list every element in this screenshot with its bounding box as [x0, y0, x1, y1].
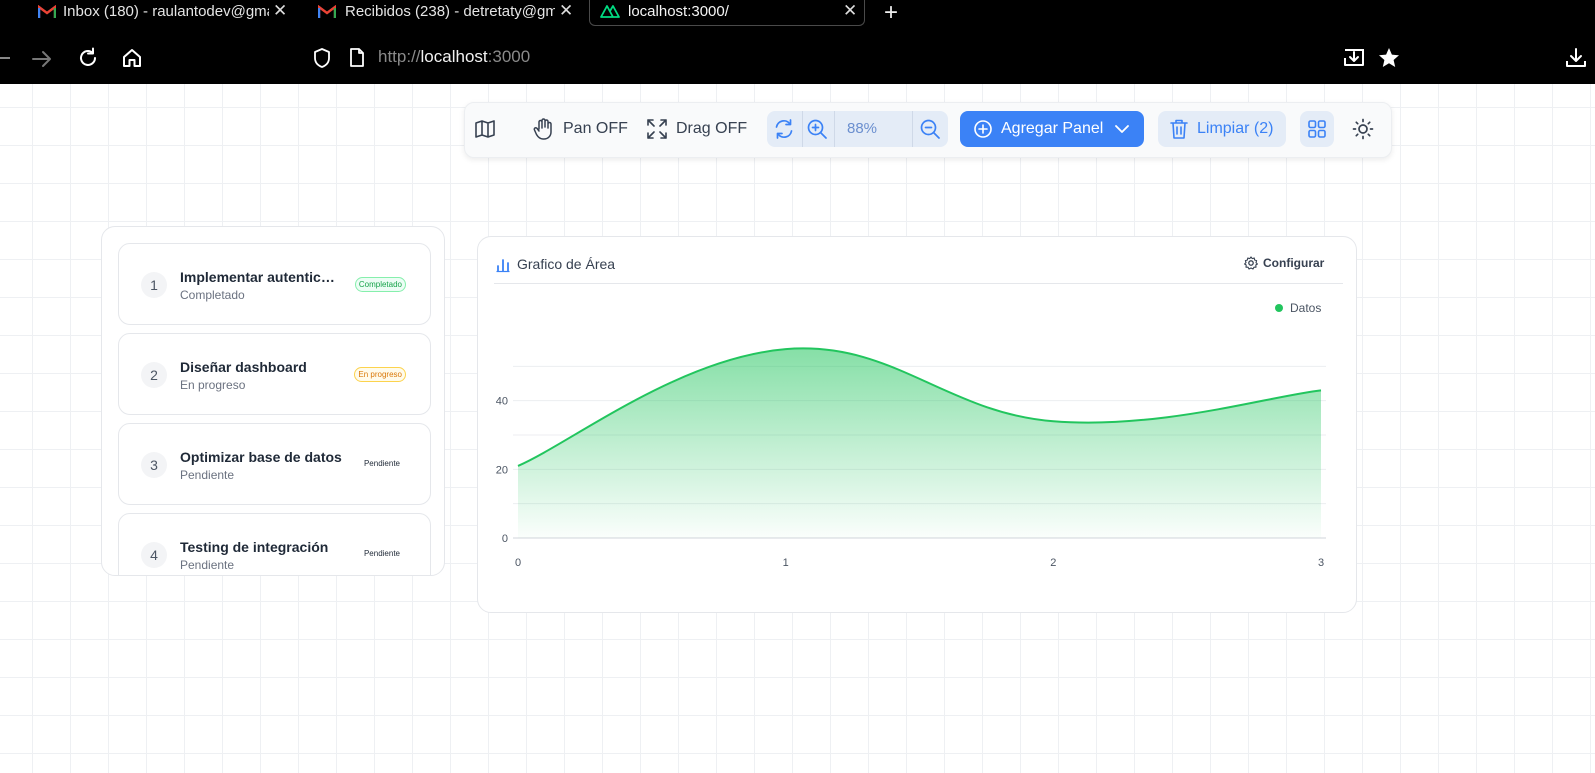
- y-tick-label: 20: [496, 464, 508, 476]
- task-status: En progreso: [180, 378, 246, 392]
- x-tick-label: 3: [1318, 557, 1324, 569]
- tab-title: Inbox (180) - raulantodev@gma: [63, 3, 269, 20]
- shield-icon[interactable]: [312, 47, 332, 69]
- grid-icon: [1308, 120, 1326, 138]
- page-icon[interactable]: [348, 47, 366, 69]
- x-tick-label: 1: [783, 557, 789, 569]
- home-icon[interactable]: [121, 47, 143, 69]
- area-chart-panel[interactable]: Grafico de Área Configurar Datos 0 20 40 0 1…: [477, 236, 1357, 613]
- url-port: :3000: [487, 47, 531, 66]
- gmail-icon: [38, 5, 56, 18]
- close-tab-icon[interactable]: ✕: [273, 1, 287, 21]
- forward-arrow-icon[interactable]: [31, 49, 53, 69]
- task-number: 2: [141, 362, 167, 388]
- tab-title: localhost:3000/: [628, 3, 729, 20]
- tab-gmail-recibidos[interactable]: Recibidos (238) - detretaty@gm ✕: [310, 0, 578, 26]
- pan-toggle-button[interactable]: Pan OFF: [533, 117, 628, 141]
- task-card[interactable]: 3 Optimizar base de datos Pendiente Pend…: [118, 423, 431, 505]
- task-title: Testing de integración: [180, 539, 329, 555]
- zoom-in-icon[interactable]: [806, 118, 828, 140]
- save-to-pocket-icon[interactable]: [1342, 46, 1366, 70]
- url-host: localhost: [420, 47, 488, 66]
- task-title: Optimizar base de datos: [180, 449, 342, 465]
- task-card[interactable]: 1 Implementar autentica... Completado Co…: [118, 243, 431, 325]
- plus-circle-icon: [974, 120, 992, 138]
- downloads-icon[interactable]: [1564, 46, 1588, 70]
- bookmark-star-icon[interactable]: [1377, 46, 1401, 70]
- tab-localhost[interactable]: localhost:3000/ ✕: [589, 0, 865, 26]
- toolbar: Pan OFF Drag OFF 88% Agregar Panel Limpi…: [464, 102, 1392, 158]
- status-badge: Pendiente: [363, 459, 400, 468]
- pan-label: Pan OFF: [563, 120, 628, 137]
- x-tick-label: 0: [515, 557, 521, 569]
- task-title: Diseñar dashboard: [180, 359, 307, 375]
- chevron-down-icon: [1115, 125, 1130, 133]
- drag-toggle-button[interactable]: Drag OFF: [646, 118, 747, 140]
- clear-panels-button[interactable]: Limpiar (2): [1158, 111, 1286, 147]
- plus-icon: +: [884, 0, 899, 26]
- y-tick-label: 0: [502, 533, 508, 545]
- trash-icon: [1170, 119, 1188, 139]
- sun-icon: [1352, 118, 1374, 140]
- gmail-icon: [318, 5, 336, 18]
- back-arrow-icon[interactable]: [0, 48, 12, 68]
- url-scheme: http://: [378, 47, 421, 66]
- close-tab-icon[interactable]: ✕: [843, 1, 857, 21]
- zoom-separator: [802, 111, 803, 147]
- theme-toggle-button[interactable]: [1345, 111, 1381, 147]
- tab-title: Recibidos (238) - detretaty@gm: [345, 3, 555, 20]
- add-panel-button[interactable]: Agregar Panel: [960, 111, 1144, 147]
- status-badge: Completado: [354, 277, 406, 292]
- close-tab-icon[interactable]: ✕: [559, 1, 573, 21]
- task-status: Pendiente: [180, 468, 235, 482]
- task-card[interactable]: 2 Diseñar dashboard En progreso En progr…: [118, 333, 431, 415]
- add-panel-label: Agregar Panel: [1001, 120, 1104, 137]
- zoom-level[interactable]: 88%: [847, 120, 877, 137]
- reload-icon[interactable]: [77, 47, 99, 69]
- reset-zoom-icon[interactable]: [773, 118, 795, 140]
- task-card[interactable]: 4 Testing de integración Pendiente Pendi…: [118, 513, 431, 575]
- task-title: Implementar autentica...: [180, 269, 340, 285]
- task-status: Completado: [180, 288, 245, 302]
- zoom-controls: 88%: [767, 111, 948, 147]
- task-number: 4: [141, 542, 167, 568]
- navigation-bar: http://localhost:3000: [0, 40, 1595, 80]
- zoom-separator: [834, 111, 835, 147]
- status-badge: En progreso: [354, 367, 406, 382]
- series-area-datos: [518, 348, 1321, 538]
- drag-label: Drag OFF: [676, 120, 748, 137]
- new-tab-button[interactable]: +: [884, 0, 908, 26]
- tab-strip: Inbox (180) - raulantodev@gma ✕ Recibido…: [0, 0, 1595, 28]
- map-icon: [475, 120, 495, 138]
- task-number: 3: [141, 452, 167, 478]
- hand-icon: [533, 118, 552, 140]
- y-tick-label: 40: [496, 396, 508, 408]
- tab-gmail-inbox[interactable]: Inbox (180) - raulantodev@gma ✕: [0, 0, 300, 26]
- task-status: Pendiente: [180, 558, 235, 572]
- area-chart: 0 20 40 0 1 2 3: [496, 347, 1326, 569]
- nuxt-icon: [600, 5, 620, 18]
- clear-label: Limpiar (2): [1197, 120, 1274, 137]
- status-badge: Pendiente: [363, 549, 400, 558]
- minimap-button[interactable]: [474, 118, 496, 140]
- layout-grid-button[interactable]: [1300, 111, 1334, 147]
- task-number: 1: [141, 272, 167, 298]
- zoom-out-icon[interactable]: [919, 118, 941, 140]
- task-list-panel[interactable]: 1 Implementar autentica... Completado Co…: [101, 226, 445, 576]
- expand-icon: [647, 119, 667, 139]
- x-tick-label: 2: [1050, 557, 1056, 569]
- browser-chrome: Inbox (180) - raulantodev@gma ✕ Recibido…: [0, 0, 1595, 84]
- zoom-separator: [912, 111, 913, 147]
- url-field[interactable]: http://localhost:3000: [378, 47, 530, 67]
